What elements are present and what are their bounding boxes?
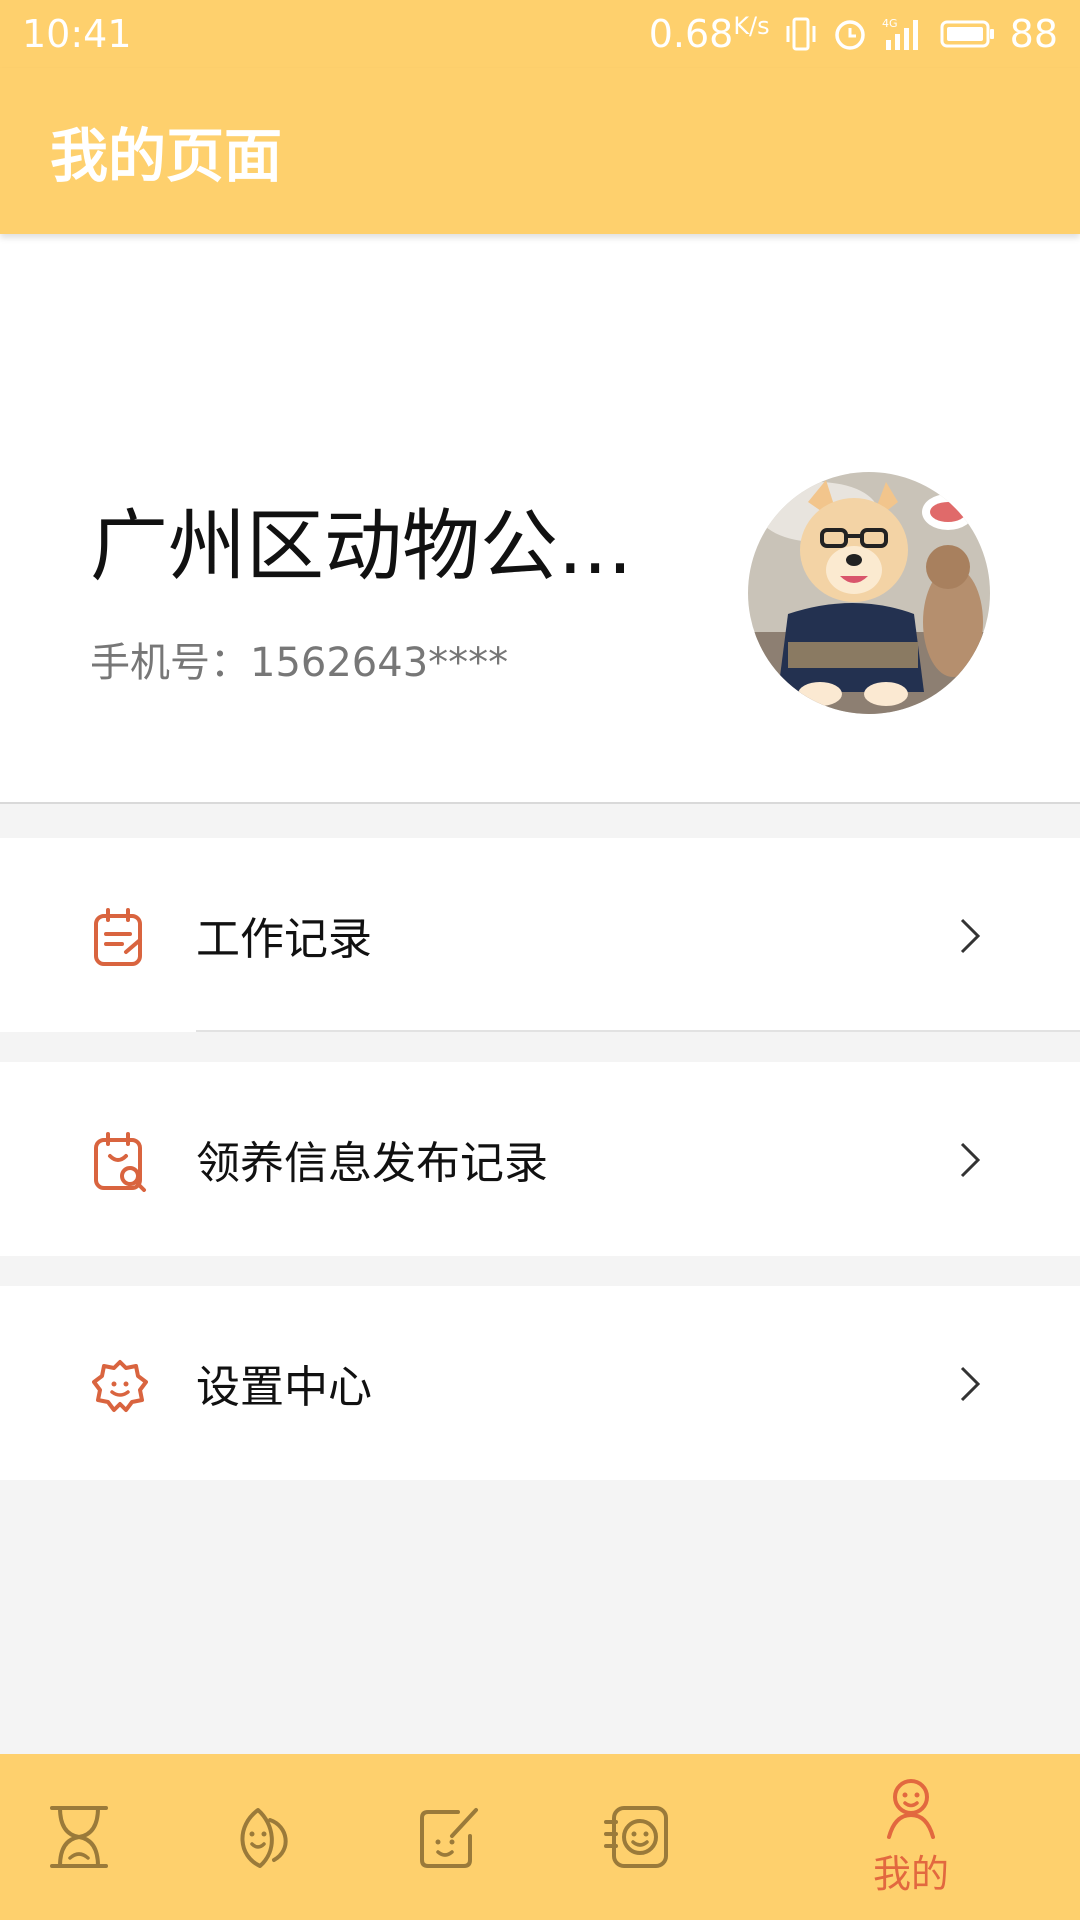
tab-leaf[interactable] [188, 1754, 338, 1920]
face-list-icon [604, 1806, 668, 1868]
menu-item-label: 设置中心 [196, 1362, 372, 1413]
status-icons: 0.68K/s 4G 88 [649, 12, 1058, 56]
network-speed: 0.68K/s [648, 12, 770, 56]
avatar[interactable] [748, 472, 990, 714]
tab-edit[interactable] [374, 1754, 524, 1920]
page-title: 我的页面 [50, 122, 283, 190]
dog-avatar-image [748, 472, 990, 714]
tab-hourglass[interactable] [4, 1754, 154, 1920]
profile-phone: 手机号：1562643**** [90, 640, 509, 686]
clipboard-search-icon [94, 1132, 146, 1192]
profile-card[interactable]: 广州区动物公... 手机号：1562643**** [0, 234, 1080, 804]
edit-note-icon [420, 1808, 478, 1868]
person-icon [887, 1778, 935, 1839]
clipboard-note-icon [94, 908, 142, 966]
alarm-icon [834, 20, 865, 50]
svg-text:4G: 4G [882, 17, 898, 30]
leaf-icon [240, 1808, 288, 1868]
status-bar: 10:41 0.68K/s 4G 88 [0, 0, 1080, 68]
tab-mine[interactable]: 我的 [836, 1754, 986, 1920]
battery-icon [940, 20, 994, 48]
profile-name: 广州区动物公... [90, 502, 633, 592]
bottom-tab-bar: 我的 [0, 1754, 1080, 1920]
menu-item-adoption-records[interactable]: 领养信息发布记录 [0, 1062, 1080, 1256]
chevron-right-icon [960, 1142, 981, 1178]
menu-item-label: 工作记录 [196, 914, 372, 965]
menu-item-label: 领养信息发布记录 [196, 1138, 548, 1189]
battery-level: 88 [1009, 12, 1058, 56]
signal-icon: 4G [882, 17, 918, 50]
vibrate-icon [786, 17, 816, 51]
chevron-right-icon [960, 918, 981, 954]
divider [196, 1030, 1080, 1032]
hourglass-icon [50, 1806, 108, 1868]
tab-face-list[interactable] [562, 1754, 712, 1920]
menu-item-work-records[interactable]: 工作记录 [0, 838, 1080, 1032]
app-bar: 我的页面 [0, 68, 1080, 234]
status-time: 10:41 [22, 12, 132, 56]
chevron-right-icon [960, 1366, 981, 1402]
tab-label: 我的 [872, 1851, 949, 1896]
menu-item-settings[interactable]: 设置中心 [0, 1286, 1080, 1480]
gear-icon [92, 1360, 148, 1412]
